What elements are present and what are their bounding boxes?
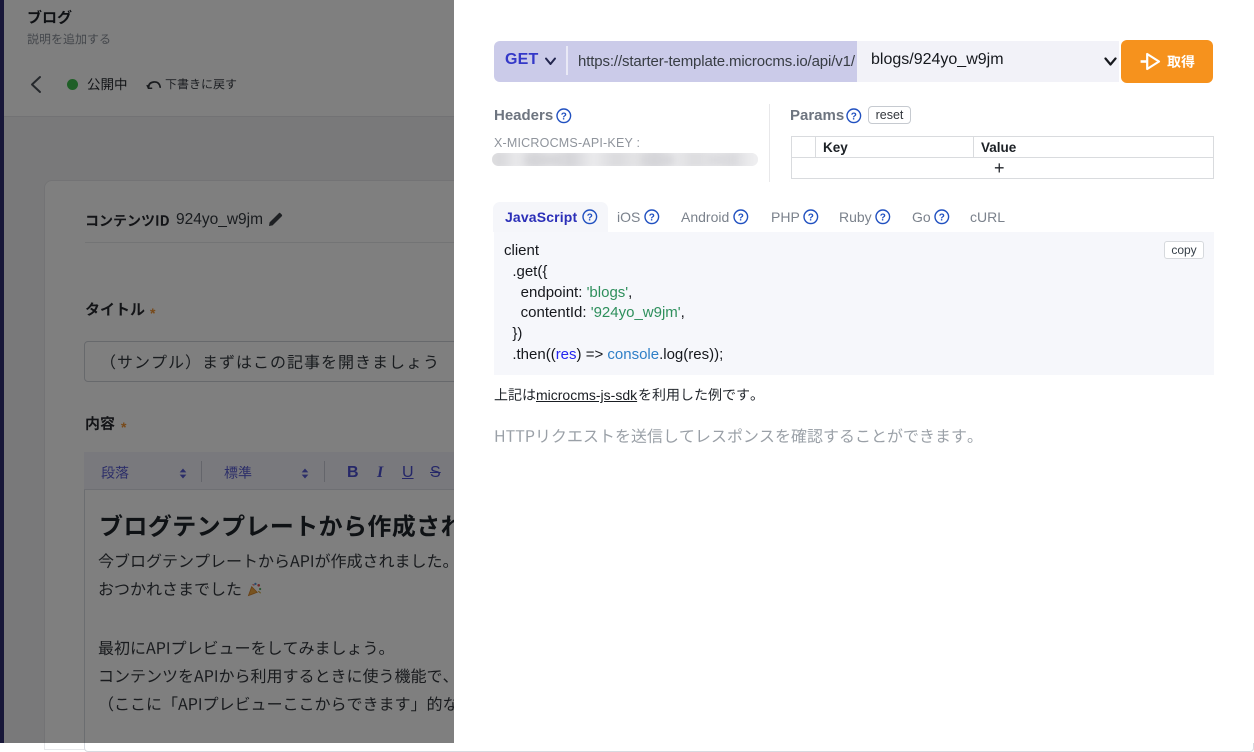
svg-text:?: ? [807, 212, 813, 223]
svg-text:?: ? [880, 212, 886, 223]
svg-text:?: ? [939, 212, 945, 223]
svg-text:?: ? [649, 212, 655, 223]
svg-text:?: ? [851, 111, 857, 122]
svg-text:?: ? [738, 212, 744, 223]
svg-text:?: ? [560, 111, 566, 122]
svg-text:?: ? [586, 212, 592, 223]
